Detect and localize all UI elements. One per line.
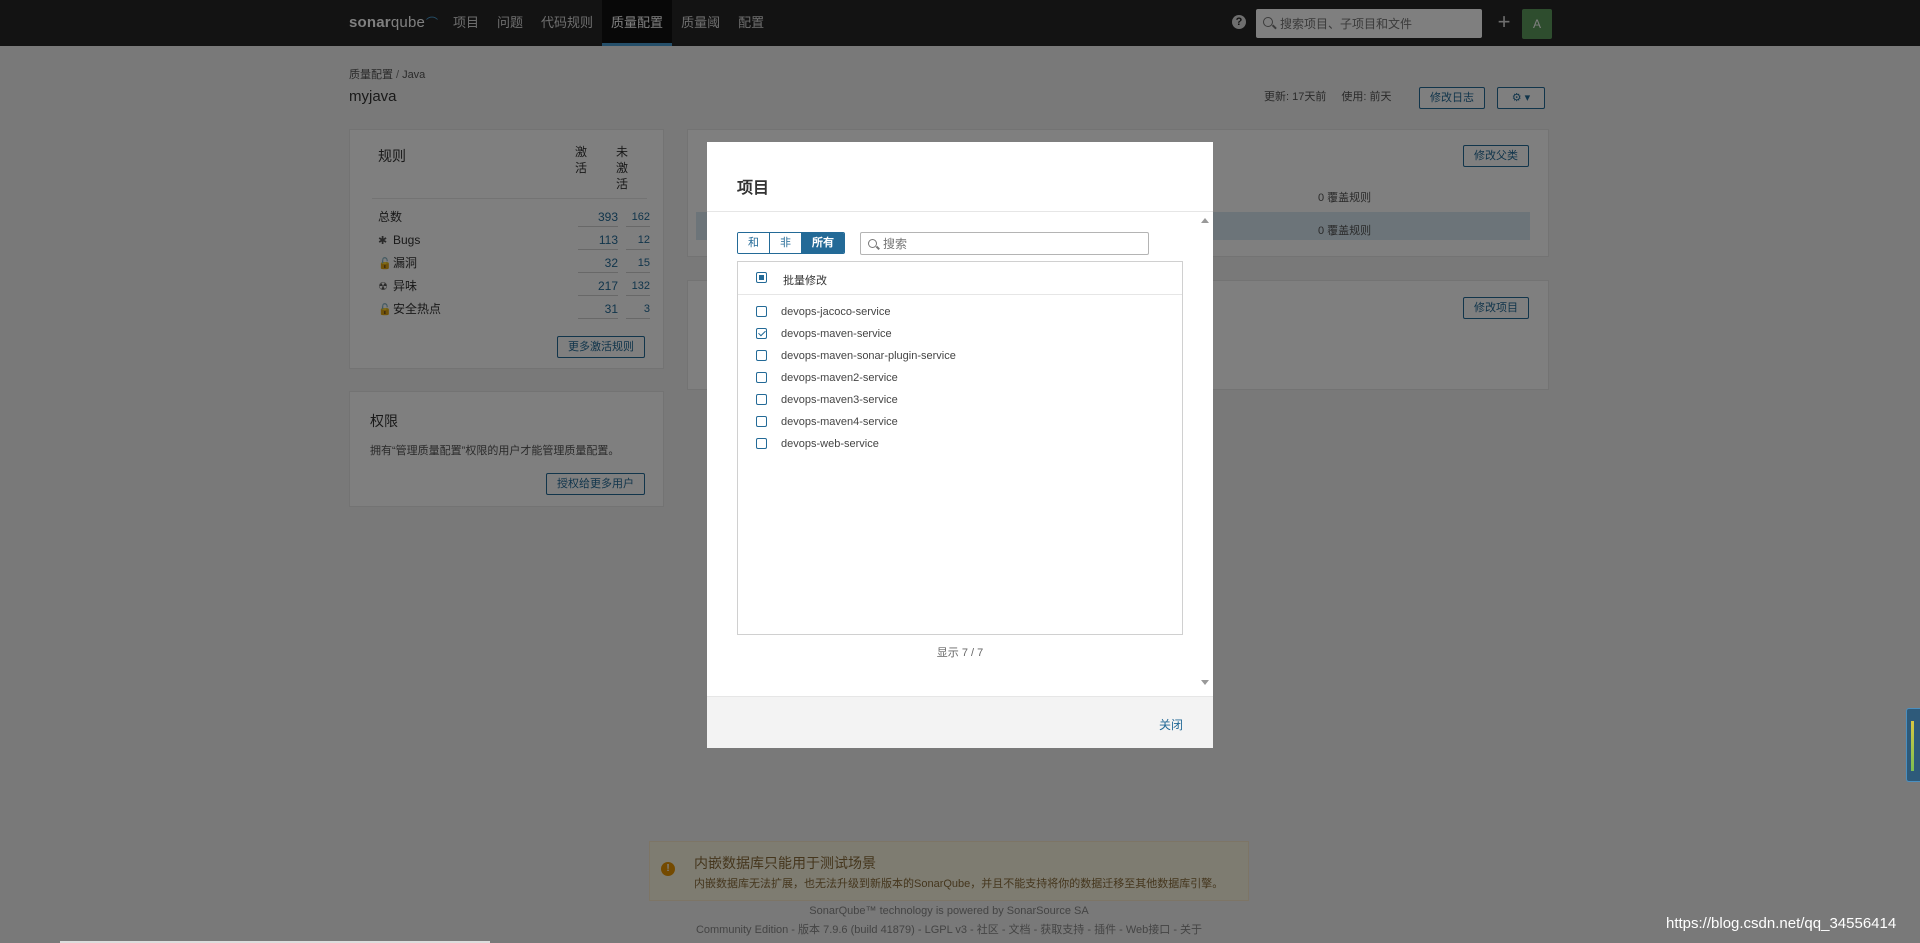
modal-scrollbar[interactable] — [1197, 212, 1213, 696]
close-button[interactable]: 关闭 — [1159, 716, 1183, 733]
project-name: devops-web-service — [781, 438, 879, 450]
project-checkbox[interactable] — [756, 306, 767, 317]
scroll-up-icon[interactable] — [1201, 218, 1209, 223]
project-name: devops-maven-service — [781, 328, 892, 340]
list-item[interactable]: devops-maven-sonar-plugin-service — [738, 346, 1182, 368]
modal-header: 项目 — [707, 142, 1213, 212]
project-checkbox[interactable] — [756, 438, 767, 449]
filter-all[interactable]: 所有 — [802, 233, 844, 253]
project-search[interactable] — [860, 232, 1149, 255]
project-name: devops-maven3-service — [781, 394, 898, 406]
project-checkbox[interactable] — [756, 350, 767, 361]
project-search-input[interactable] — [883, 233, 1143, 254]
project-checkbox[interactable] — [756, 328, 767, 339]
list-item[interactable]: devops-maven2-service — [738, 368, 1182, 390]
filter-selected[interactable]: 和 — [738, 233, 770, 253]
project-name: devops-maven2-service — [781, 372, 898, 384]
side-monitor-widget[interactable] — [1906, 708, 1920, 782]
list-item[interactable]: devops-web-service — [738, 434, 1182, 456]
project-name: devops-maven-sonar-plugin-service — [781, 350, 956, 362]
project-checkbox[interactable] — [756, 394, 767, 405]
project-list: 批量修改 devops-jacoco-service devops-maven-… — [737, 261, 1183, 635]
search-icon — [868, 239, 877, 248]
selection-filter: 和 非 所有 — [737, 232, 845, 254]
list-item[interactable]: devops-jacoco-service — [738, 302, 1182, 324]
bulk-change-row[interactable]: 批量修改 — [738, 262, 1182, 295]
modal-title: 项目 — [737, 180, 770, 197]
shown-count: 显示 7 / 7 — [936, 647, 984, 659]
project-name: devops-maven4-service — [781, 416, 898, 428]
projects-modal: 项目 和 非 所有 批量修改 devops-jacoco-service dev… — [707, 142, 1213, 748]
modal-footer: 关闭 — [707, 696, 1213, 748]
list-item[interactable]: devops-maven4-service — [738, 412, 1182, 434]
project-name: devops-jacoco-service — [781, 306, 891, 318]
project-checkbox[interactable] — [756, 416, 767, 427]
filter-deselected[interactable]: 非 — [770, 233, 802, 253]
list-item[interactable]: devops-maven3-service — [738, 390, 1182, 412]
scroll-down-icon[interactable] — [1201, 680, 1209, 685]
watermark-text: https://blog.csdn.net/qq_34556414 — [1666, 915, 1897, 932]
project-checkbox[interactable] — [756, 372, 767, 383]
bulk-change-label: 批量修改 — [783, 275, 827, 287]
list-item[interactable]: devops-maven-service — [738, 324, 1182, 346]
bulk-checkbox[interactable] — [756, 272, 767, 283]
